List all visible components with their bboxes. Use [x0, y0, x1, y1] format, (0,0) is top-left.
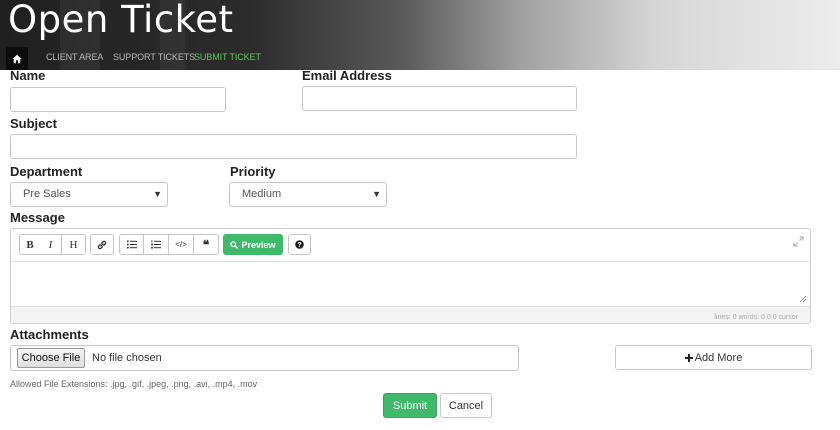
editor-statusbar: lines: 0 words: 0 0:0 cursor [11, 306, 810, 323]
attachment-file-input[interactable]: Choose File No file chosen [10, 345, 519, 371]
breadcrumb-client-area[interactable]: CLIENT AREA [46, 52, 103, 62]
add-more-label: Add More [694, 351, 743, 364]
message-editor: B I H </> ❝ Preview ? lines: 0 words: 0 … [10, 228, 811, 324]
breadcrumb-support-tickets[interactable]: SUPPORT TICKETS [113, 52, 195, 62]
caret-down-icon: ▼ [153, 189, 162, 199]
editor-toolbar: B I H </> ❝ Preview ? [11, 229, 810, 262]
name-label: Name [10, 68, 46, 83]
plus-icon [684, 353, 693, 362]
quote-icon: ❝ [202, 237, 210, 252]
list-ul-icon [126, 240, 137, 249]
breadcrumb-submit-ticket[interactable]: SUBMIT TICKET [194, 52, 261, 62]
department-label: Department [10, 164, 83, 179]
home-button[interactable] [6, 47, 28, 70]
choose-file-button[interactable]: Choose File [17, 348, 85, 368]
page-title: Open Ticket [8, 0, 234, 41]
code-button[interactable]: </> [169, 234, 194, 255]
link-icon [97, 240, 107, 249]
subject-label: Subject [10, 116, 57, 131]
list-ol-icon [151, 240, 161, 249]
help-button[interactable]: ? [288, 234, 311, 255]
resize-handle-icon[interactable] [799, 295, 807, 303]
fullscreen-icon[interactable] [793, 236, 804, 247]
priority-select[interactable]: Medium ▼ [229, 182, 387, 207]
allowed-extensions-note: Allowed File Extensions: .jpg, .gif, .jp… [10, 379, 258, 389]
numbered-list-button[interactable] [144, 234, 169, 255]
department-selected-value: Pre Sales [23, 188, 71, 200]
email-label: Email Address [302, 68, 392, 83]
cancel-button[interactable]: Cancel [440, 393, 492, 418]
bullet-list-button[interactable] [119, 234, 144, 255]
add-more-button[interactable]: Add More [615, 345, 812, 370]
page-header: Open Ticket CLIENT AREA SUPPORT TICKETS … [0, 0, 840, 70]
message-label: Message [10, 210, 65, 225]
italic-button[interactable]: I [40, 234, 62, 255]
home-icon [12, 54, 22, 63]
submit-button[interactable]: Submit [383, 393, 437, 418]
subject-field[interactable] [10, 134, 577, 159]
email-field[interactable] [302, 86, 577, 111]
department-select[interactable]: Pre Sales ▼ [10, 182, 168, 207]
caret-down-icon: ▼ [372, 189, 381, 199]
preview-button[interactable]: Preview [223, 234, 283, 255]
attachments-label: Attachments [10, 327, 89, 342]
search-icon [230, 240, 239, 249]
question-circle-icon: ? [295, 240, 304, 249]
heading-button[interactable]: H [62, 234, 86, 255]
no-file-text: No file chosen [92, 352, 162, 364]
message-textarea[interactable] [11, 262, 810, 306]
bold-button[interactable]: B [19, 234, 41, 255]
code-icon: </> [175, 240, 187, 249]
preview-label: Preview [241, 239, 276, 250]
name-field[interactable] [10, 87, 226, 112]
quote-button[interactable]: ❝ [194, 234, 219, 255]
priority-selected-value: Medium [242, 188, 282, 200]
priority-label: Priority [230, 164, 276, 179]
link-button[interactable] [90, 234, 114, 255]
svg-text:?: ? [297, 242, 301, 249]
